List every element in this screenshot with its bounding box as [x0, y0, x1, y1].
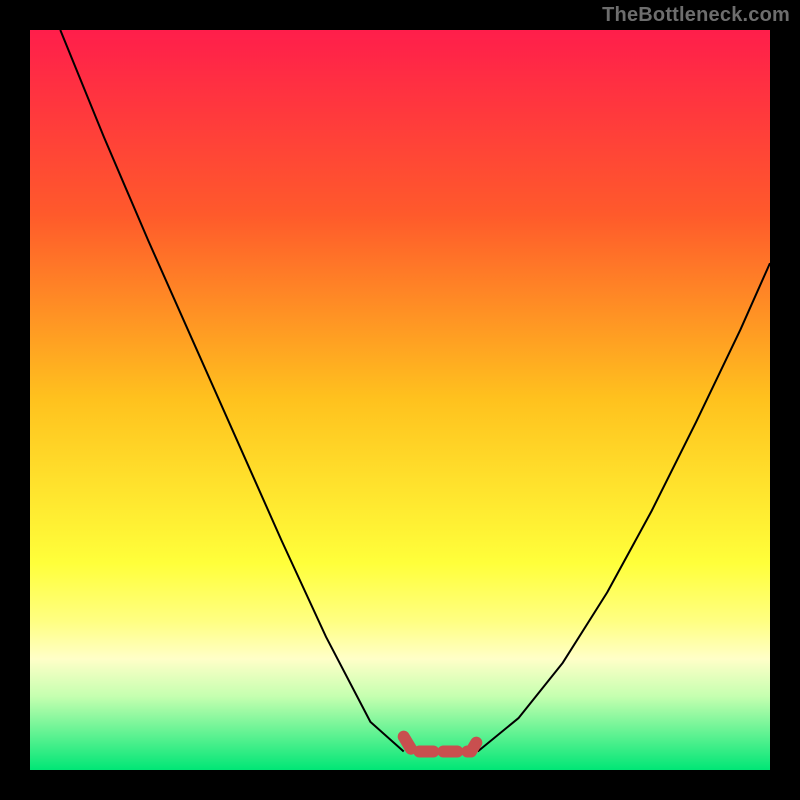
chart-frame: TheBottleneck.com — [0, 0, 800, 800]
plot-area — [30, 30, 770, 770]
chart-background — [30, 30, 770, 770]
watermark-label: TheBottleneck.com — [602, 4, 790, 27]
chart-svg — [30, 30, 770, 770]
